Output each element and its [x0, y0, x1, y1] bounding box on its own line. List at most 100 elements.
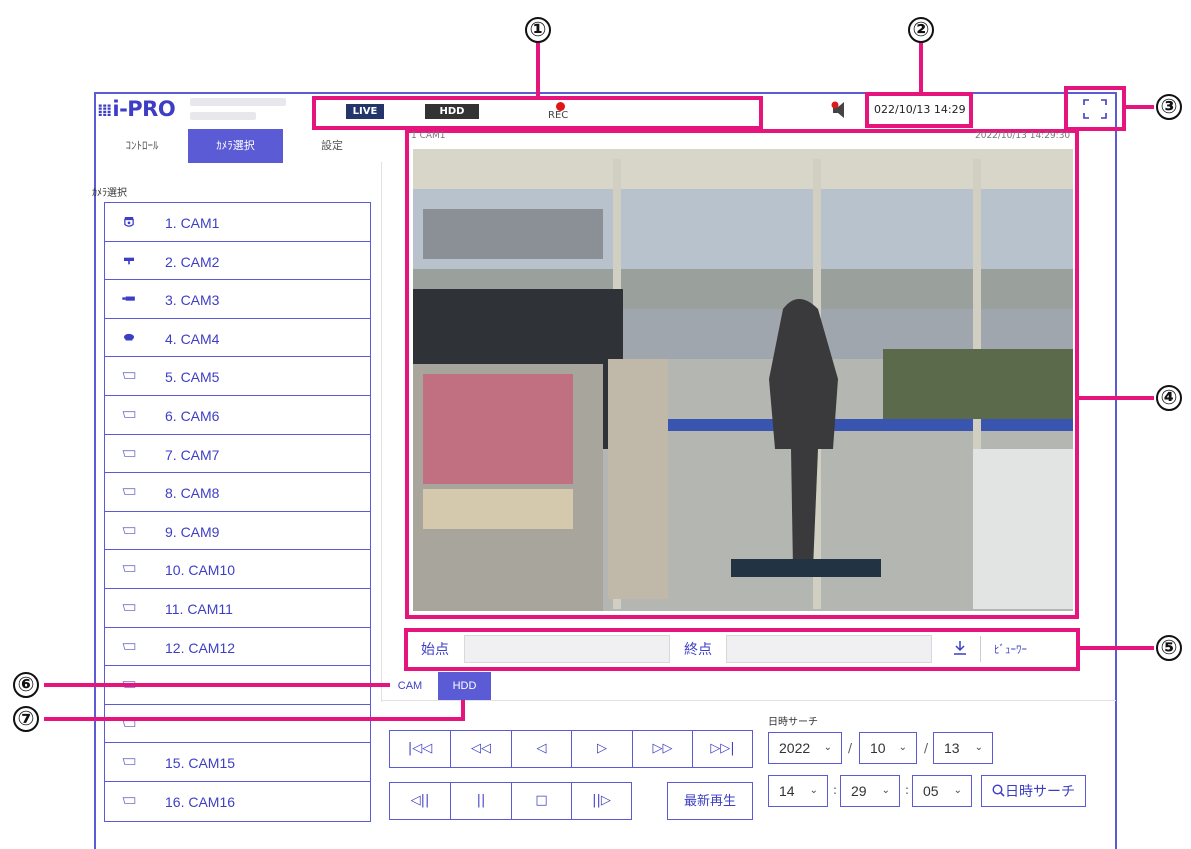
- camera-row-11[interactable]: 11. CAM11: [105, 589, 370, 628]
- callout-1-line: [536, 42, 540, 97]
- camera-row-2[interactable]: 2. CAM2: [105, 242, 370, 281]
- callout-5: ⑤: [1156, 635, 1182, 661]
- logo-dots-icon: ⁞⁞⁞: [97, 101, 112, 121]
- camera-outline-icon: [122, 372, 136, 380]
- camera-row-4[interactable]: 4. CAM4: [105, 319, 370, 358]
- camera-label: 10. CAM10: [165, 562, 236, 579]
- hour-select[interactable]: 14 ⌄: [768, 775, 828, 807]
- hour-value: 14: [779, 783, 795, 799]
- callout-6: ⑥: [13, 672, 39, 698]
- camera-row-5[interactable]: 5. CAM5: [105, 357, 370, 396]
- end-time-field[interactable]: [726, 635, 932, 663]
- skip-to-first-button[interactable]: |◁◁: [389, 730, 450, 768]
- viewer-button[interactable]: ﾋﾞｭｰﾜｰ: [994, 641, 1027, 657]
- camera-row-6[interactable]: 6. CAM6: [105, 396, 370, 435]
- camera-label: 11. CAM11: [165, 600, 233, 617]
- camera-row-7[interactable]: 7. CAM7: [105, 435, 370, 474]
- dome-camera-icon: [124, 217, 134, 227]
- camera-row-14[interactable]: [105, 705, 370, 744]
- datetime-search-button[interactable]: 日時サーチ: [981, 775, 1086, 807]
- fast-reverse-button[interactable]: ◁◁: [450, 730, 511, 768]
- camera-label: 5. CAM5: [165, 369, 220, 386]
- callout-1: ①: [525, 17, 551, 43]
- camera-row-3[interactable]: 3. CAM3: [105, 280, 370, 319]
- camera-row-1[interactable]: 1. CAM1: [105, 203, 370, 242]
- second-select[interactable]: 05 ⌄: [912, 775, 972, 807]
- callout-3-line: [1124, 105, 1154, 109]
- camera-outline-icon: [122, 797, 136, 804]
- datetime-search-button-label: 日時サーチ: [1005, 783, 1075, 799]
- camera-outline-icon: [122, 411, 136, 418]
- camera-row-8[interactable]: 8. CAM8: [105, 473, 370, 512]
- camera-row-12[interactable]: 12. CAM12: [105, 628, 370, 667]
- download-icon[interactable]: [952, 640, 968, 656]
- live-indicator[interactable]: LIVE: [346, 104, 384, 119]
- pause-button[interactable]: ||: [450, 782, 511, 820]
- year-select[interactable]: 2022 ⌄: [768, 732, 842, 764]
- camera-label: 4. CAM4: [165, 330, 220, 347]
- blurred-device-address: [190, 112, 256, 120]
- speaker-muted-icon[interactable]: [829, 101, 849, 119]
- camera-label: 16. CAM16: [165, 793, 236, 810]
- source-tab-underline: [381, 700, 1116, 701]
- video-frame-image: [413, 149, 1073, 611]
- frame-forward-button[interactable]: ||▷: [571, 782, 632, 820]
- chevron-down-icon: ⌄: [898, 742, 907, 753]
- callout-4-line: [1077, 396, 1154, 400]
- camera-outline-icon: [122, 449, 136, 457]
- camera-label: 9. CAM9: [165, 523, 220, 540]
- reverse-play-button[interactable]: ◁: [511, 730, 571, 768]
- callout-4: ④: [1156, 385, 1182, 411]
- camera-row-15[interactable]: 15. CAM15: [105, 743, 370, 782]
- tab-source-cam[interactable]: CAM: [390, 672, 430, 700]
- skip-to-last-button[interactable]: ▷▷|: [692, 730, 753, 768]
- start-time-field[interactable]: [464, 635, 670, 663]
- logo: ⁞⁞⁞i-PRO: [97, 97, 176, 121]
- tab-camera-select[interactable]: ｶﾒﾗ選択: [188, 129, 283, 163]
- year-value: 2022: [779, 740, 811, 756]
- time-separator: :: [905, 783, 910, 797]
- hdd-indicator[interactable]: HDD: [425, 104, 479, 119]
- chevron-down-icon: ⌄: [809, 785, 818, 796]
- stop-button[interactable]: □: [511, 782, 571, 820]
- tab-source-hdd[interactable]: HDD: [438, 672, 491, 700]
- current-datetime: 022/10/13 14:29: [874, 103, 966, 116]
- callout-7: ⑦: [13, 706, 39, 732]
- callout-3: ③: [1156, 94, 1182, 120]
- start-label: 始点: [421, 641, 449, 657]
- month-select[interactable]: 10 ⌄: [859, 732, 917, 764]
- camera-row-16[interactable]: 16. CAM16: [105, 782, 370, 821]
- minute-select[interactable]: 29 ⌄: [840, 775, 900, 807]
- time-separator: :: [833, 783, 838, 797]
- second-value: 05: [923, 783, 939, 799]
- play-button[interactable]: ▷: [571, 730, 632, 768]
- box-camera-icon: [124, 257, 134, 264]
- fullscreen-icon[interactable]: [1083, 99, 1107, 119]
- latest-playback-button[interactable]: 最新再生: [667, 782, 753, 820]
- tab-control[interactable]: ｺﾝﾄﾛｰﾙ: [96, 129, 188, 163]
- date-separator: /: [924, 741, 929, 755]
- camera-outline-icon: [122, 527, 136, 534]
- chevron-down-icon: ⌄: [953, 785, 962, 796]
- frame-back-button[interactable]: ◁||: [389, 782, 450, 820]
- date-separator: /: [848, 741, 853, 755]
- camera-label: 3. CAM3: [165, 292, 220, 309]
- camera-label: 2. CAM2: [165, 253, 220, 270]
- chevron-down-icon: ⌄: [974, 742, 983, 753]
- day-select[interactable]: 13 ⌄: [933, 732, 993, 764]
- camera-row-10[interactable]: 10. CAM10: [105, 550, 370, 589]
- datetime-search-label: 日時サーチ: [768, 717, 818, 728]
- callout-6-line: [44, 683, 390, 687]
- camera-label: 6. CAM6: [165, 407, 220, 424]
- tab-settings[interactable]: 設定: [283, 129, 381, 163]
- end-label: 終点: [684, 641, 712, 657]
- callout-7-line-v: [461, 700, 465, 721]
- camera-label: 8. CAM8: [165, 485, 220, 502]
- camera-outline-icon: [122, 565, 136, 573]
- month-value: 10: [870, 740, 886, 756]
- fast-forward-button[interactable]: ▷▷: [632, 730, 692, 768]
- camera-row-9[interactable]: 9. CAM9: [105, 512, 370, 551]
- live-video-view[interactable]: [413, 149, 1073, 611]
- day-value: 13: [944, 740, 960, 756]
- callout-2-line: [919, 42, 923, 94]
